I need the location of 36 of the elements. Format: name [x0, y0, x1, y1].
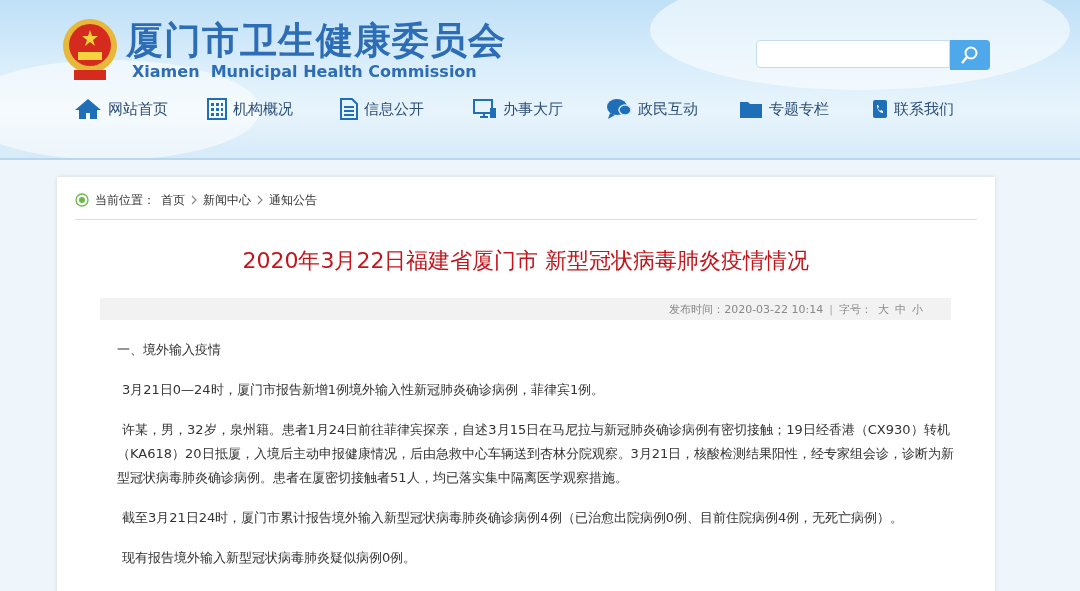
- search-icon: [961, 46, 979, 64]
- chevron-icon: [257, 195, 263, 205]
- site-subtitle: Xiamen Municipal Health Commission: [132, 63, 478, 81]
- nav-link[interactable]: 办事大厅: [473, 98, 606, 120]
- article-title: 2020年3月22日福建省厦门市 新型冠状病毒肺炎疫情情况: [241, 247, 811, 275]
- nav-link[interactable]: 政民互动: [606, 98, 739, 120]
- nav-link[interactable]: 专题专栏: [739, 98, 872, 120]
- chevron-icon: [191, 195, 197, 205]
- site-title: 厦门市卫生健康委员会: [126, 19, 506, 63]
- paragraph: 许某，男，32岁，泉州籍。患者1月24日前往菲律宾探亲，自述3月15日在马尼拉与新冠肺炎确诊病例有密切接触；19日经香港（CX930）转机（KA618）20日抵厦，入境后主动申报健康情况，后由急救中心车辆送到杏林分院观察。3月21日，核酸检测结果阳性，经专家组会诊，诊断为新型冠状病毒肺炎确诊病例。患者在厦密切接触者51人，均已落实集中隔离医学观察措施。: [117, 421, 956, 487]
- monitor-icon: [473, 99, 497, 119]
- breadcrumb-link[interactable]: 通知公告: [269, 191, 317, 209]
- nav-link[interactable]: 联系我们: [872, 98, 1005, 120]
- paragraph: 3月21日0—24时，厦门市报告新增1例境外输入性新冠肺炎确诊病例，菲律宾1例。: [121, 381, 606, 399]
- separator: |: [829, 302, 833, 316]
- section-heading: 一、境外输入疫情: [117, 341, 222, 359]
- document-icon: [340, 98, 358, 120]
- breadcrumb-label: 当前位置：: [95, 191, 155, 209]
- breadcrumb-link[interactable]: 首页: [161, 191, 185, 209]
- folder-icon: [739, 99, 763, 119]
- search-field[interactable]: [756, 40, 950, 68]
- chat-icon: [606, 98, 632, 120]
- paragraph: 现有报告境外输入新型冠状病毒肺炎疑似病例0例。: [121, 549, 418, 567]
- search-button[interactable]: [950, 40, 990, 70]
- breadcrumb-link[interactable]: 新闻中心: [203, 191, 251, 209]
- publish-time: 发布时间：2020-03-22 10:14: [669, 301, 824, 317]
- font-size-label: 字号：: [839, 301, 872, 317]
- home-icon: [74, 98, 102, 120]
- nav-link[interactable]: 机构概况: [207, 98, 340, 120]
- nav-link[interactable]: 信息公开: [340, 98, 473, 120]
- emblem-icon: [62, 18, 118, 82]
- paragraph: 截至3月21日24时，厦门市累计报告境外输入新型冠状病毒肺炎确诊病例4例（已治愈出院病例0例、目前住院病例4例，无死亡病例）。: [121, 509, 905, 527]
- nav-link[interactable]: 网站首页: [74, 98, 207, 120]
- phone-book-icon: [872, 99, 888, 119]
- location-dot-icon: [75, 193, 89, 207]
- grid-icon: [207, 98, 227, 120]
